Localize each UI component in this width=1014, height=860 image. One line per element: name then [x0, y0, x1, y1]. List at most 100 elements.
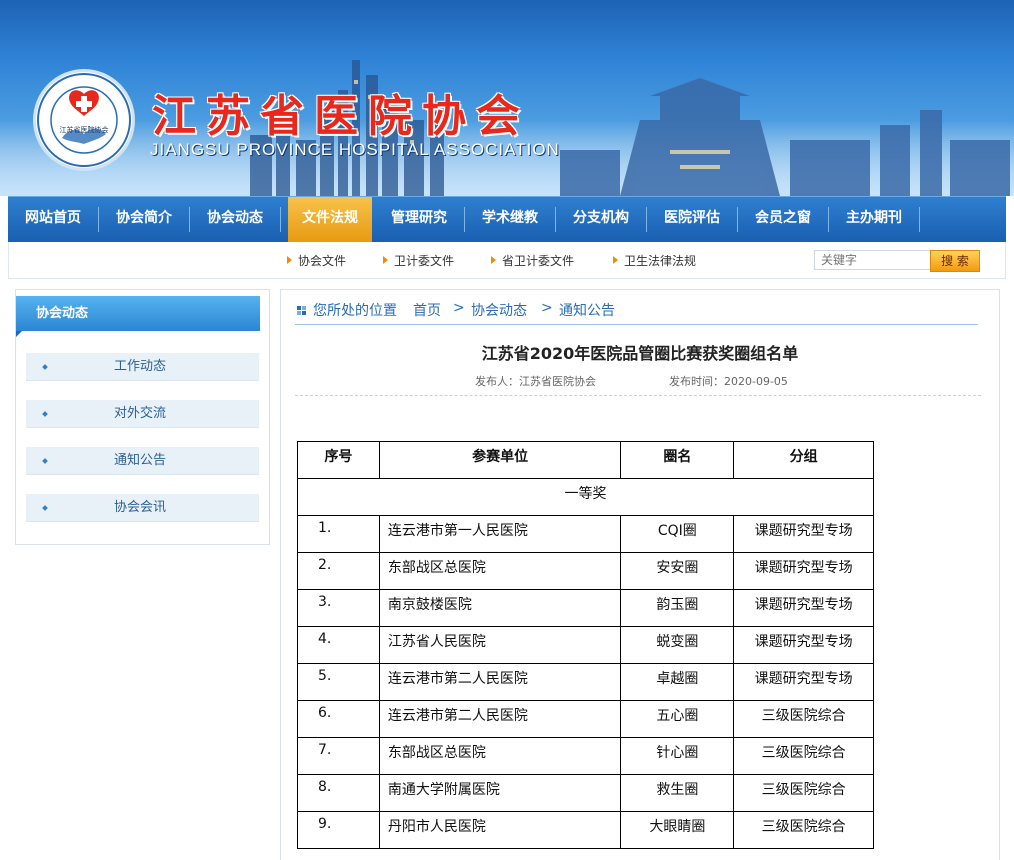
article-date: 发布时间：2020-09-05 — [669, 373, 788, 389]
nav-item-news[interactable]: 协会动态 — [190, 197, 280, 242]
cell-group: 三级医院综合 — [733, 811, 874, 849]
cell-number: 9. — [297, 811, 380, 849]
article-title: 江苏省2020年医院品管圈比赛获奖圈组名单 — [481, 344, 799, 363]
bullet-icon — [42, 364, 48, 370]
nav-divider — [280, 207, 281, 232]
table-row: 2. 东部战区总医院 安安圈 课题研究型专场 — [297, 552, 874, 590]
search-button[interactable]: 搜 索 — [930, 250, 980, 272]
cell-group: 课题研究型专场 — [733, 515, 874, 553]
sidebar-item-work-news[interactable]: 工作动态 — [26, 353, 259, 381]
arrow-right-icon — [613, 256, 618, 264]
cell-group: 课题研究型专场 — [733, 663, 874, 701]
cell-circle-name: 五心圈 — [620, 700, 735, 738]
subnav-label: 协会文件 — [298, 254, 347, 268]
subnav-label: 省卫计委文件 — [502, 254, 575, 268]
column-header-number: 序号 — [297, 441, 380, 479]
cell-number: 6. — [297, 700, 380, 738]
breadcrumb-link-home[interactable]: 首页 — [413, 300, 441, 320]
nav-item-management-research[interactable]: 管理研究 — [374, 197, 464, 242]
sidebar-item-label: 协会会讯 — [114, 500, 167, 515]
subnav-item-association-docs[interactable]: 协会文件 — [287, 252, 346, 269]
nav-item-home[interactable]: 网站首页 — [8, 197, 98, 242]
nav-item-about[interactable]: 协会简介 — [99, 197, 189, 242]
cell-group: 课题研究型专场 — [733, 626, 874, 664]
cell-number: 2. — [297, 552, 380, 590]
cell-circle-name: 韵玉圈 — [620, 589, 735, 627]
table-row: 7. 东部战区总医院 针心圈 三级医院综合 — [297, 737, 874, 775]
cell-group: 三级医院综合 — [733, 700, 874, 738]
subnav-label: 卫生法律法规 — [624, 254, 697, 268]
sub-navigation: 协会文件 卫计委文件 省卫计委文件 卫生法律法规 搜 索 — [8, 242, 1006, 279]
table-header-row: 序号 参赛单位 圈名 分组 — [297, 441, 874, 479]
date-value: 2020-09-05 — [724, 375, 788, 388]
association-logo[interactable]: 江苏省医院协会 — [36, 72, 132, 168]
subnav-label: 卫计委文件 — [394, 254, 455, 268]
breadcrumb-link-news[interactable]: 协会动态 — [471, 300, 527, 320]
table-row: 4. 江苏省人民医院 蜕变圈 课题研究型专场 — [297, 626, 874, 664]
table-row: 6. 连云港市第二人民医院 五心圈 三级医院综合 — [297, 700, 874, 738]
nav-item-academic[interactable]: 学术继教 — [465, 197, 555, 242]
cell-circle-name: 大眼睛圈 — [620, 811, 735, 849]
subnav-item-health-laws[interactable]: 卫生法律法规 — [613, 252, 696, 269]
table-row: 5. 连云港市第二人民医院 卓越圈 课题研究型专场 — [297, 663, 874, 701]
cell-unit: 南通大学附属医院 — [378, 774, 622, 812]
subnav-item-provincial-commission-docs[interactable]: 省卫计委文件 — [491, 252, 574, 269]
cell-circle-name: 蜕变圈 — [620, 626, 735, 664]
sidebar-item-label: 通知公告 — [114, 453, 167, 468]
cell-circle-name: 安安圈 — [620, 552, 735, 590]
breadcrumb-link-notices[interactable]: 通知公告 — [559, 300, 615, 320]
column-header-group: 分组 — [733, 441, 874, 479]
nav-divider — [919, 207, 920, 232]
nav-item-regulations[interactable]: 文件法规 — [288, 197, 372, 242]
cell-unit: 东部战区总医院 — [378, 552, 622, 590]
main-content: 您所处的位置 首页 > 协会动态 > 通知公告 江苏省2020年医院品管圈比赛获… — [280, 289, 1000, 860]
cell-group: 三级医院综合 — [733, 774, 874, 812]
nav-item-journals[interactable]: 主办期刊 — [829, 197, 919, 242]
bullet-icon — [42, 505, 48, 511]
nav-item-members[interactable]: 会员之窗 — [738, 197, 828, 242]
divider — [295, 395, 981, 396]
column-header-circle-name: 圈名 — [620, 441, 735, 479]
arrow-right-icon — [491, 256, 496, 264]
header-banner: 江苏省医院协会 江苏省医院协会 JIANGSU PROVINCE HOSPITA… — [0, 0, 1014, 196]
search-input[interactable] — [814, 250, 934, 270]
bullet-icon — [42, 458, 48, 464]
location-icon — [297, 306, 306, 315]
cell-unit: 东部战区总医院 — [378, 737, 622, 775]
column-header-unit: 参赛单位 — [378, 441, 622, 479]
nav-item-branches[interactable]: 分支机构 — [556, 197, 646, 242]
sidebar-item-notices[interactable]: 通知公告 — [26, 447, 259, 475]
cell-circle-name: 针心圈 — [620, 737, 735, 775]
cell-circle-name: 卓越圈 — [620, 663, 735, 701]
cell-number: 7. — [297, 737, 380, 775]
site-subtitle: JIANGSU PROVINCE HOSPITAL ASSOCIATION — [150, 140, 560, 159]
arrow-right-icon — [383, 256, 388, 264]
cell-unit: 连云港市第二人民医院 — [378, 663, 622, 701]
sidebar-item-label: 对外交流 — [114, 406, 167, 421]
subnav-item-health-commission-docs[interactable]: 卫计委文件 — [383, 252, 454, 269]
sidebar-heading: 协会动态 — [16, 296, 260, 337]
cell-number: 4. — [297, 626, 380, 664]
article-publisher: 发布人：江苏省医院协会 — [475, 373, 596, 389]
publisher-label: 发布人： — [475, 375, 519, 388]
section-label-first-prize: 一等奖 — [297, 478, 874, 516]
cell-unit: 南京鼓楼医院 — [378, 589, 622, 627]
breadcrumb-prefix: 您所处的位置 — [313, 303, 397, 319]
logo-center-text: 江苏省医院协会 — [60, 125, 109, 134]
cell-unit: 连云港市第二人民医院 — [378, 700, 622, 738]
breadcrumb: 您所处的位置 首页 > 协会动态 > 通知公告 — [295, 300, 978, 325]
cell-group: 三级医院综合 — [733, 737, 874, 775]
nav-item-hospital-evaluation[interactable]: 医院评估 — [647, 197, 737, 242]
cell-group: 课题研究型专场 — [733, 552, 874, 590]
publisher-value: 江苏省医院协会 — [519, 375, 596, 388]
main-navigation: 网站首页 协会简介 协会动态 文件法规 管理研究 学术继教 分支机构 医院评估 … — [8, 196, 1006, 242]
breadcrumb-separator: > — [541, 300, 553, 316]
cell-number: 5. — [297, 663, 380, 701]
sidebar-item-exchange[interactable]: 对外交流 — [26, 400, 259, 428]
cell-group: 课题研究型专场 — [733, 589, 874, 627]
cell-unit: 连云港市第一人民医院 — [378, 515, 622, 553]
table-row: 8. 南通大学附属医院 救生圈 三级医院综合 — [297, 774, 874, 812]
arrow-right-icon — [287, 256, 292, 264]
date-label: 发布时间： — [669, 375, 724, 388]
sidebar-item-bulletin[interactable]: 协会会讯 — [26, 494, 259, 522]
